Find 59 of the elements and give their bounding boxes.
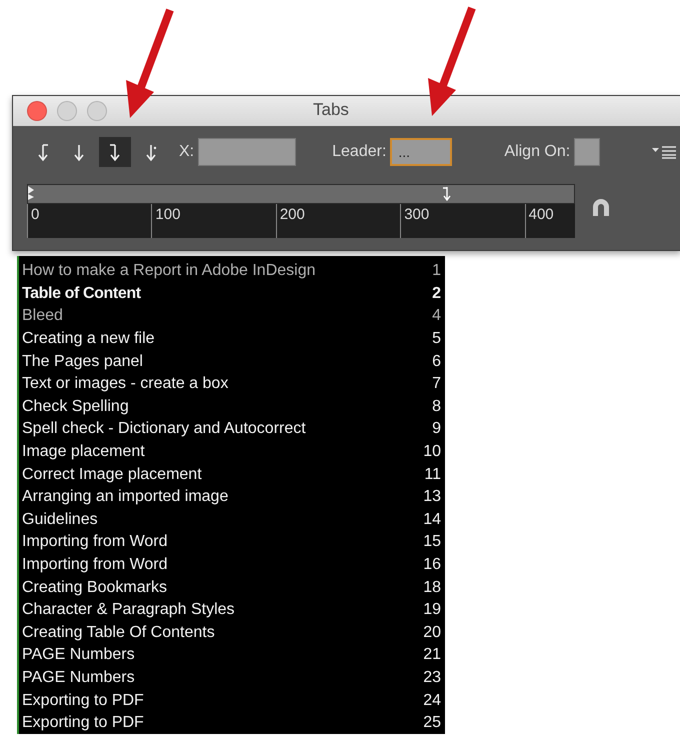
toc-entry-title: Spell check - Dictionary and Autocorrect bbox=[22, 420, 306, 438]
toc-entry-title: PAGE Numbers bbox=[22, 668, 135, 687]
toc-page-number: 1 bbox=[432, 262, 441, 280]
toc-entry-title: Exporting to PDF bbox=[22, 692, 144, 710]
ruler-label: 200 bbox=[280, 206, 305, 223]
toc-entry-title: Check Spelling bbox=[22, 398, 129, 416]
align-on-field[interactable] bbox=[574, 138, 600, 166]
window-title: Tabs bbox=[313, 100, 349, 119]
toc-entry-title: Image placement bbox=[22, 443, 145, 462]
toc-page-number: 13 bbox=[423, 488, 441, 506]
toc-entry-title: Character & Paragraph Styles bbox=[22, 601, 235, 620]
toc-entry-title: Exporting to PDF bbox=[22, 714, 144, 732]
toc-entry-title: How to make a Report in Adobe InDesign bbox=[22, 262, 316, 280]
toc-page-number: 18 bbox=[423, 578, 441, 597]
toc-page-number: 7 bbox=[432, 375, 441, 394]
toc-page-number: 20 bbox=[423, 624, 441, 642]
toc-page-number: 14 bbox=[423, 510, 441, 529]
toc-page-number: 4 bbox=[432, 307, 441, 326]
toc-page-number: 15 bbox=[423, 533, 441, 552]
toc-entry-title: Table of Content bbox=[22, 284, 141, 303]
toc-entry-title: Arranging an imported image bbox=[22, 488, 228, 506]
indent-marker-icon[interactable] bbox=[28, 186, 35, 200]
toc-page-number: 23 bbox=[423, 668, 441, 687]
toc-entry-title: Creating Bookmarks bbox=[22, 578, 167, 597]
toc-page-number: 24 bbox=[423, 692, 441, 710]
toc-page-number: 16 bbox=[423, 556, 441, 574]
leader-field[interactable]: ... bbox=[390, 138, 452, 166]
tab-stop-icon[interactable] bbox=[442, 187, 452, 201]
x-label: X: bbox=[179, 143, 194, 161]
toc-entry-title: Guidelines bbox=[22, 510, 98, 529]
toc-page-number: 5 bbox=[432, 330, 441, 348]
toc-page-number: 10 bbox=[423, 443, 441, 462]
close-button[interactable] bbox=[27, 101, 47, 121]
toc-entry-title: Creating Table Of Contents bbox=[22, 624, 215, 642]
leader-label: Leader: bbox=[332, 143, 386, 161]
toc-entry-title: The Pages panel bbox=[22, 352, 143, 371]
ruler-label: 400 bbox=[528, 206, 554, 223]
toc-page-number: 11 bbox=[424, 466, 441, 484]
ruler-label: 0 bbox=[31, 206, 40, 223]
ruler-label: 100 bbox=[155, 206, 180, 223]
toc-entry-title: Creating a new file bbox=[22, 330, 155, 348]
align-on-label: Align On: bbox=[504, 143, 570, 161]
toc-entry-title: Importing from Word bbox=[22, 533, 168, 552]
x-position-field[interactable] bbox=[198, 138, 296, 166]
toc-page-number: 19 bbox=[423, 601, 441, 620]
toc-entry-title: Text or images - create a box bbox=[22, 375, 228, 394]
toc-entry-title: Bleed bbox=[22, 307, 63, 326]
toc-page-number: 25 bbox=[423, 714, 441, 732]
tab-alignment-button[interactable] bbox=[99, 137, 131, 167]
toc-page-number: 9 bbox=[432, 420, 441, 438]
panel-menu-icon[interactable] bbox=[652, 145, 676, 159]
toc-entry-title: PAGE Numbers bbox=[22, 646, 135, 664]
toc-entry-title: Correct Image placement bbox=[22, 466, 202, 484]
toc-page-number: 8 bbox=[432, 398, 441, 416]
toc-entry-title: Importing from Word bbox=[22, 556, 168, 574]
toc-page-number: 2 bbox=[432, 284, 441, 303]
toc-page-number: 6 bbox=[432, 352, 441, 371]
toc-page-number: 21 bbox=[423, 646, 441, 664]
ruler-label: 300 bbox=[404, 206, 430, 223]
